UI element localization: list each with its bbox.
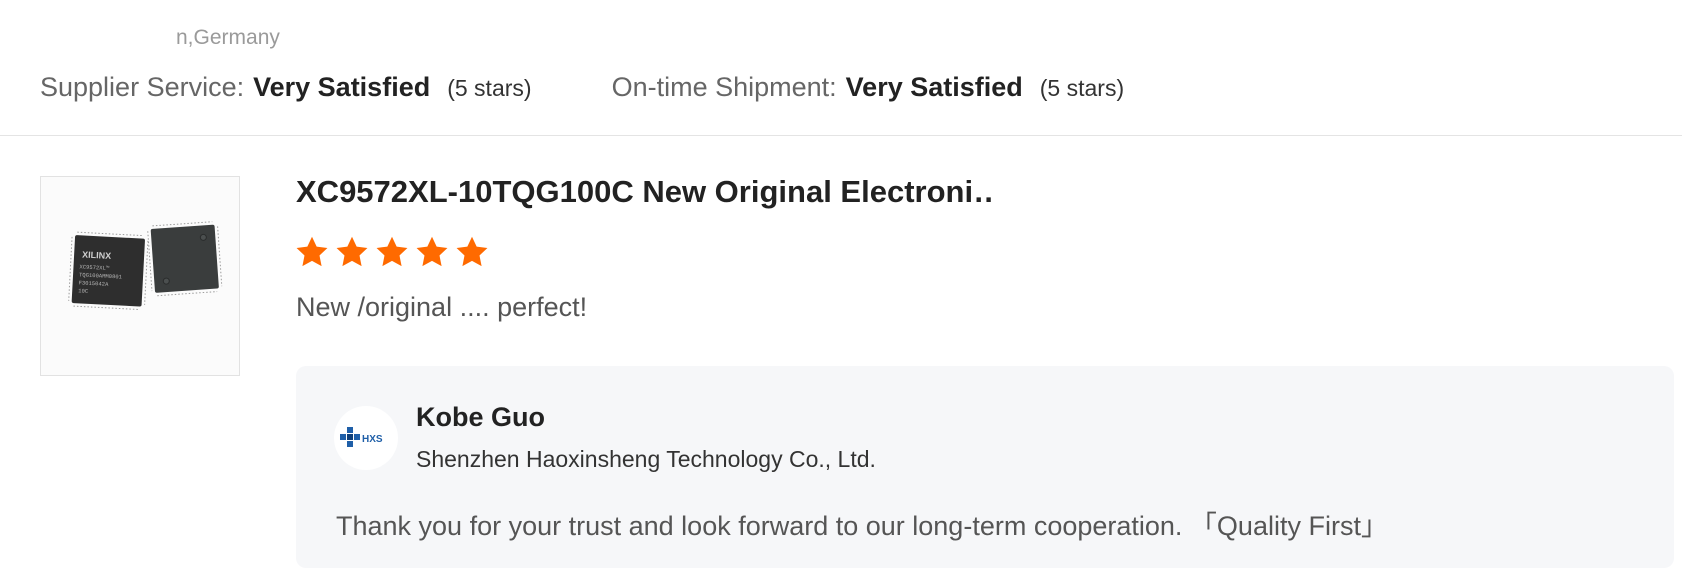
product-title[interactable]: XC9572XL-10TQG100C New Original Electron… [296, 174, 996, 210]
replier-name: Kobe Guo [416, 402, 545, 432]
star-icon [376, 236, 408, 267]
star-icon [456, 236, 488, 267]
on-time-shipment-rating: On-time Shipment: Very Satisfied (5 star… [612, 72, 1125, 103]
replier-company: Shenzhen Haoxinsheng Technology Co., Ltd… [416, 446, 876, 472]
star-icon [296, 236, 328, 267]
supplier-rating-header: n,Germany Supplier Service: Very Satisfi… [0, 0, 1682, 136]
reply-text: Thank you for your trust and look forwar… [336, 511, 1388, 541]
supplier-service-stars: (5 stars) [447, 75, 532, 101]
product-thumbnail[interactable]: XILINX XC9572XL™ TQG100AMM0801 F3015042A… [40, 176, 240, 376]
on-time-shipment-label: On-time Shipment: [611, 72, 837, 102]
supplier-service-value: Very Satisfied [253, 72, 431, 102]
supplier-reply: HXS Kobe Guo Shenzhen Haoxinsheng Techno… [296, 366, 1674, 568]
review-text: New /original .... perfect! [296, 292, 588, 322]
chip-brand: XILINX [82, 249, 111, 261]
company-logo-icon: HXS [340, 427, 383, 447]
avatar: HXS [334, 406, 398, 470]
review-star-rating [294, 234, 490, 270]
rating-summary: Supplier Service: Very Satisfied (5 star… [40, 72, 1124, 103]
star-icon [416, 236, 448, 267]
reviewer-location: n,Germany [176, 26, 280, 49]
company-logo-text: HXS [362, 434, 383, 445]
on-time-shipment-stars: (5 stars) [1039, 75, 1125, 101]
star-icon [336, 236, 368, 267]
supplier-service-rating: Supplier Service: Very Satisfied (5 star… [40, 72, 532, 103]
chip-marking: 10C [78, 287, 89, 295]
on-time-shipment-value: Very Satisfied [845, 72, 1023, 102]
chip-product-image: XILINX XC9572XL™ TQG100AMM0801 F3015042A… [41, 177, 239, 375]
supplier-service-label: Supplier Service: [40, 72, 245, 102]
